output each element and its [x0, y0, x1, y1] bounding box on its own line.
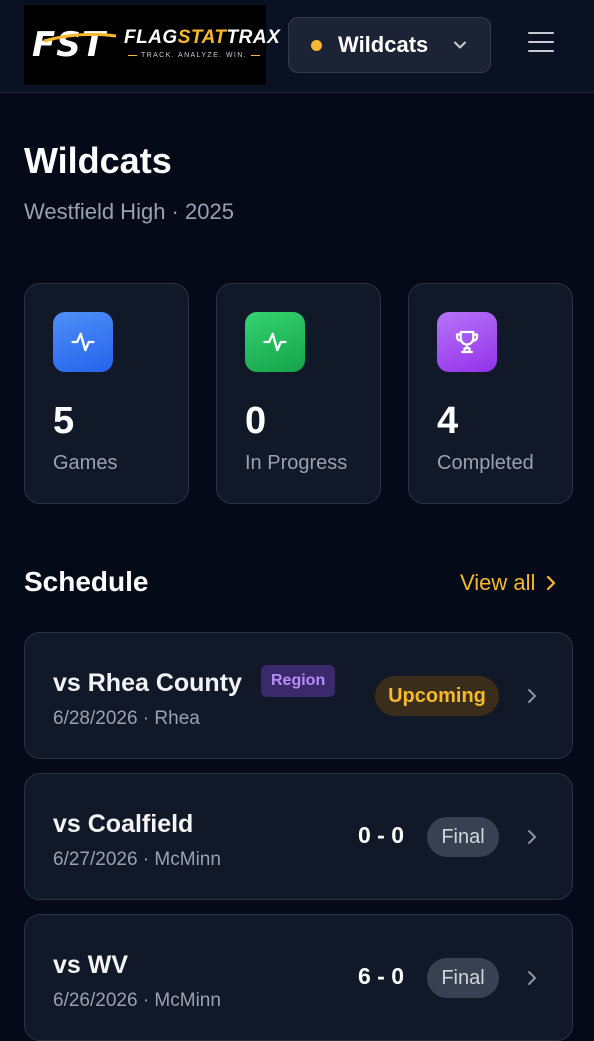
schedule-title: Schedule: [24, 566, 149, 597]
game-meta: 6/28/2026 · Rhea: [53, 708, 200, 729]
game-location: McMinn: [154, 849, 221, 870]
menu-line: [528, 50, 554, 52]
chevron-down-icon: [454, 41, 466, 49]
game-meta: 6/26/2026 · McMinn: [53, 990, 221, 1011]
logo-mark: FST: [32, 25, 117, 65]
page-subtitle: Westfield High · 2025: [24, 199, 234, 224]
status-badge: Final: [427, 817, 499, 857]
chevron-right-icon: [528, 971, 536, 985]
hamburger-menu-icon[interactable]: [528, 32, 558, 60]
game-opponent: vs Rhea County: [53, 669, 242, 697]
logo-tagline: TRACK. ANALYZE. WIN.: [128, 52, 260, 59]
status-badge: Upcoming: [375, 676, 499, 716]
team-selector-value: Wildcats: [338, 32, 429, 57]
game-row[interactable]: vs Rhea County Region 6/28/2026 · Rhea U…: [24, 632, 573, 759]
game-opponent: vs Coalfield: [53, 810, 194, 838]
tagline-rule-left: [128, 55, 137, 56]
stat-value: 4: [437, 400, 459, 442]
game-date: 6/27/2026: [53, 849, 138, 870]
logo-word-stat: STAT: [177, 27, 227, 48]
team-status-dot: [311, 39, 322, 51]
logo-word-flag: FLAG: [124, 27, 178, 48]
game-score: 6 - 0: [357, 963, 405, 989]
logo-mark-text: FST: [32, 25, 106, 65]
menu-line: [528, 41, 554, 43]
logo-wordmark: FLAGSTATTRAX: [124, 27, 280, 49]
game-date: 6/26/2026: [53, 990, 138, 1011]
football-swoosh-icon: [43, 33, 117, 43]
game-row[interactable]: vs WV 6/26/2026 · McMinn 6 - 0 Final: [24, 914, 573, 1041]
chevron-right-icon: [547, 575, 556, 591]
stat-value: 0: [245, 400, 267, 442]
chevron-right-icon: [528, 689, 536, 703]
logo-word-trax: TRAX: [226, 27, 281, 48]
menu-line: [528, 32, 554, 34]
stat-card-completed: 4 Completed: [408, 283, 573, 504]
activity-icon: [53, 312, 113, 372]
game-location: Rhea: [154, 708, 200, 729]
game-date: 6/28/2026: [53, 708, 138, 729]
activity-icon: [245, 312, 305, 372]
stat-label: Games: [53, 452, 118, 474]
game-type-tag: Region: [261, 665, 336, 697]
trophy-icon: [437, 312, 497, 372]
app-header: FST FLAGSTATTRAX TRACK. ANALYZE. WIN. Wi…: [0, 0, 594, 93]
tagline-text: TRACK. ANALYZE. WIN.: [140, 52, 248, 59]
stat-card-in-progress: 0 In Progress: [216, 283, 381, 504]
game-row[interactable]: vs Coalfield 6/27/2026 · McMinn 0 - 0 Fi…: [24, 773, 573, 900]
game-opponent: vs WV: [53, 951, 129, 979]
team-selector[interactable]: Wildcats: [288, 17, 491, 73]
game-score: 0 - 0: [357, 822, 405, 848]
view-all-link[interactable]: View all: [460, 570, 557, 596]
stat-label: Completed: [437, 452, 534, 474]
flagstattrax-logo[interactable]: FST FLAGSTATTRAX TRACK. ANALYZE. WIN.: [24, 5, 280, 85]
stat-label: In Progress: [245, 452, 348, 474]
chevron-right-icon: [528, 830, 536, 844]
view-all-label: View all: [460, 570, 536, 595]
tagline-rule-right: [251, 55, 260, 56]
stat-value: 5: [53, 400, 75, 442]
game-meta: 6/27/2026 · McMinn: [53, 849, 221, 870]
status-badge: Final: [427, 958, 499, 998]
stat-card-games: 5 Games: [24, 283, 189, 504]
page-title: Wildcats: [24, 140, 172, 181]
game-location: McMinn: [154, 990, 221, 1011]
